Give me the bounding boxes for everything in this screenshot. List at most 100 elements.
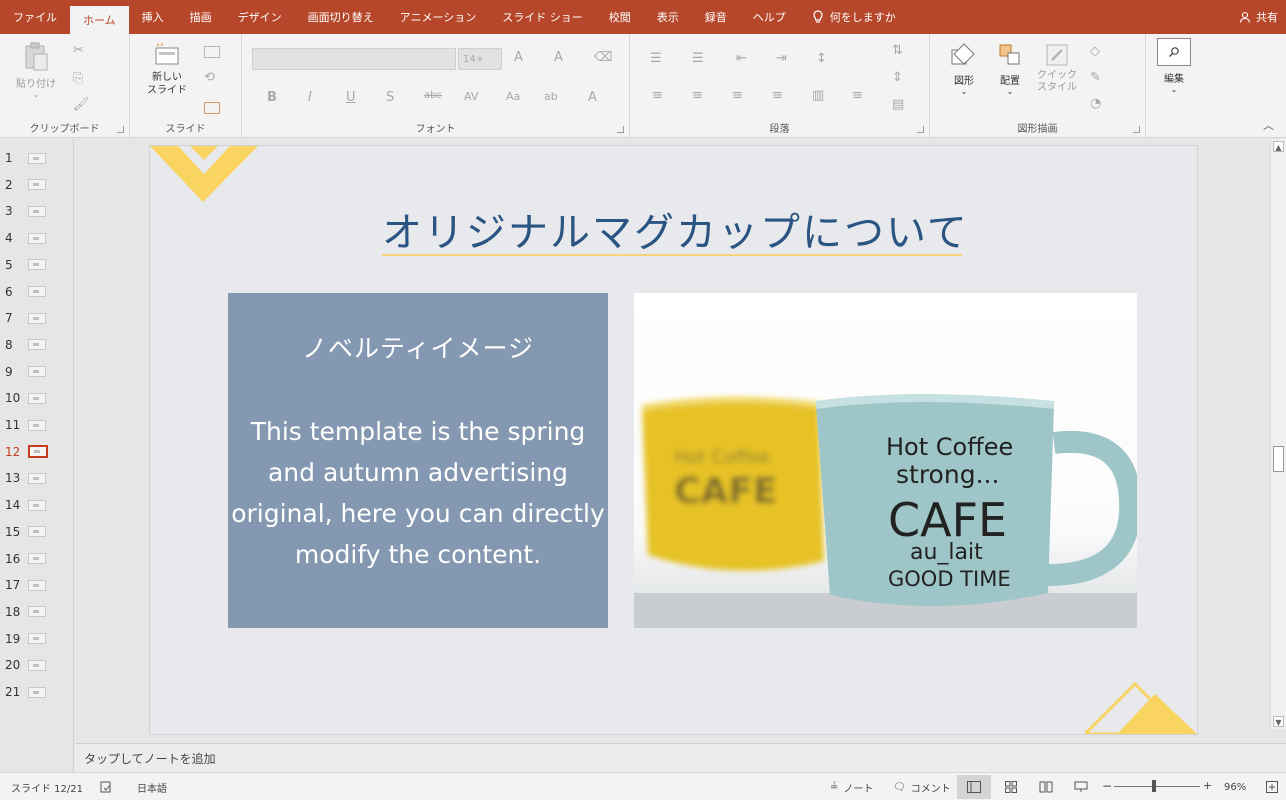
char-spacing-icon[interactable]: AV — [464, 90, 478, 103]
language-indicator[interactable]: 日本語 — [137, 773, 167, 800]
italic-icon[interactable]: I — [308, 90, 312, 105]
slide-thumbnail-13[interactable]: 13 — [0, 468, 74, 488]
novelty-text-box[interactable]: ノベルティイメージ This template is the spring an… — [228, 293, 608, 628]
clear-format-icon[interactable]: ⌫ — [594, 50, 612, 65]
spell-check-icon[interactable] — [100, 773, 112, 800]
slide-thumbnail-18[interactable]: 18 — [0, 602, 74, 622]
change-case-icon[interactable]: Aa — [506, 90, 520, 103]
zoom-level[interactable]: 96% — [1224, 773, 1246, 800]
shapes-button[interactable]: 図形 ⌄ — [944, 42, 984, 96]
scroll-up-icon[interactable]: ▲ — [1273, 141, 1284, 152]
bold-icon[interactable]: B — [267, 90, 277, 105]
align-right-icon[interactable]: ≡ — [732, 88, 743, 103]
smartart-icon[interactable]: ▤ — [892, 97, 904, 112]
decrease-font-icon[interactable]: A — [554, 50, 563, 65]
new-slide-button[interactable]: 新しい スライド — [142, 42, 192, 97]
underline-icon[interactable]: U — [346, 90, 356, 105]
reset-icon[interactable]: ⟲ — [204, 70, 215, 85]
slideshow-button[interactable] — [1064, 775, 1098, 799]
zoom-in-icon[interactable]: + — [1203, 779, 1212, 792]
slide-thumbnail-14[interactable]: 14 — [0, 495, 74, 515]
slide-thumbnail-6[interactable]: 6 — [0, 282, 74, 302]
highlight-icon[interactable]: ab — [544, 90, 558, 103]
tell-me-search[interactable]: 何をしますか — [799, 0, 909, 34]
tab-11[interactable]: ヘルプ — [740, 0, 799, 34]
distribute-icon[interactable]: ≡ — [852, 88, 863, 103]
slide-thumbnail-16[interactable]: 16 — [0, 549, 74, 569]
strikethrough-icon[interactable]: abc — [424, 90, 442, 101]
slide-thumbnail-8[interactable]: 8 — [0, 335, 74, 355]
justify-icon[interactable]: ≡ — [772, 88, 783, 103]
tab-8[interactable]: 校閲 — [596, 0, 644, 34]
align-left-icon[interactable]: ≡ — [652, 88, 663, 103]
slide-thumbnail-3[interactable]: 3 — [0, 201, 74, 221]
tab-4[interactable]: デザイン — [225, 0, 295, 34]
arrange-button[interactable]: 配置 ⌄ — [990, 42, 1030, 96]
shadow-icon[interactable]: S — [386, 90, 394, 105]
slide-thumbnail-19[interactable]: 19 — [0, 629, 74, 649]
font-launcher-icon[interactable] — [617, 126, 624, 133]
paste-button[interactable]: 貼り付け ⌄ — [14, 42, 58, 99]
slide-thumbnail-10[interactable]: 10 — [0, 388, 74, 408]
normal-view-button[interactable] — [957, 775, 991, 799]
scroll-thumb[interactable] — [1273, 446, 1284, 472]
slide-thumbnail-5[interactable]: 5 — [0, 255, 74, 275]
font-color-icon[interactable]: A — [588, 90, 597, 105]
notes-button[interactable]: ≟ ノート — [830, 773, 873, 800]
tab-6[interactable]: アニメーション — [387, 0, 490, 34]
reading-view-button[interactable] — [1029, 775, 1063, 799]
shape-effects-icon[interactable]: ◔ — [1090, 96, 1101, 111]
zoom-slider-handle[interactable] — [1152, 780, 1156, 792]
shape-outline-icon[interactable]: ✎ — [1090, 70, 1101, 85]
fit-to-window-icon[interactable] — [1266, 773, 1278, 800]
tab-3[interactable]: 描画 — [177, 0, 225, 34]
collapse-ribbon-icon[interactable]: ︿ — [1263, 117, 1274, 133]
vertical-scrollbar[interactable]: ▲ ▼ — [1270, 139, 1286, 729]
slide-thumbnail-15[interactable]: 15 — [0, 522, 74, 542]
tab-7[interactable]: スライド ショー — [489, 0, 596, 34]
section-icon[interactable] — [204, 102, 220, 114]
text-direction-icon[interactable]: ⇅ — [892, 43, 903, 58]
copy-icon[interactable]: ⎘ — [73, 71, 83, 86]
share-button[interactable]: 共有 — [1239, 0, 1278, 34]
line-spacing-icon[interactable]: ↕ — [816, 51, 827, 66]
columns-icon[interactable]: ▥ — [812, 88, 824, 103]
tab-2[interactable]: 挿入 — [129, 0, 177, 34]
mug-photo[interactable]: CAFE Hot Coffee Hot Coffee strong... CAF… — [634, 293, 1137, 628]
slide-thumbnail-20[interactable]: 20 — [0, 655, 74, 675]
tab-0[interactable]: ファイル — [0, 0, 70, 34]
slide-sorter-button[interactable] — [994, 775, 1028, 799]
drawing-launcher-icon[interactable] — [1133, 126, 1140, 133]
slide-thumbnail-17[interactable]: 17 — [0, 575, 74, 595]
slide-thumbnail-21[interactable]: 21 — [0, 682, 74, 702]
tab-5[interactable]: 画面切り替え — [295, 0, 387, 34]
slide-thumbnail-12[interactable]: 12 — [0, 442, 74, 462]
slide-thumbnail-7[interactable]: 7 — [0, 308, 74, 328]
increase-font-icon[interactable]: A — [514, 50, 523, 65]
shape-fill-icon[interactable]: ◇ — [1090, 44, 1100, 59]
clipboard-launcher-icon[interactable] — [117, 126, 124, 133]
font-name-select[interactable] — [252, 48, 456, 70]
paragraph-launcher-icon[interactable] — [917, 126, 924, 133]
align-text-icon[interactable]: ⇕ — [892, 70, 903, 85]
decrease-indent-icon[interactable]: ⇤ — [736, 51, 747, 66]
bullets-icon[interactable]: ☰ — [650, 51, 662, 66]
tab-1[interactable]: ホーム — [70, 6, 129, 34]
slide-thumbnail-9[interactable]: 9 — [0, 362, 74, 382]
quick-styles-button[interactable]: クイック スタイル — [1034, 42, 1080, 94]
increase-indent-icon[interactable]: ⇥ — [776, 51, 787, 66]
comments-button[interactable]: 🗨 コメント — [893, 773, 951, 800]
slide-title[interactable]: オリジナルマグカップについて — [382, 200, 967, 258]
layout-icon[interactable] — [204, 46, 220, 58]
font-size-select[interactable]: 14+ — [458, 48, 502, 70]
zoom-slider[interactable] — [1114, 786, 1200, 787]
zoom-out-icon[interactable]: − — [1102, 779, 1112, 793]
slide-thumbnail-1[interactable]: 1 — [0, 148, 74, 168]
slide-thumbnail-4[interactable]: 4 — [0, 228, 74, 248]
format-painter-icon[interactable]: 🖌 — [73, 97, 90, 112]
edit-button[interactable]: 編集 ⌄ — [1156, 38, 1192, 94]
current-slide[interactable]: オリジナルマグカップについて ノベルティイメージ This template i… — [149, 145, 1198, 735]
scroll-down-icon[interactable]: ▼ — [1273, 716, 1284, 727]
notes-pane[interactable]: タップしてノートを追加 — [75, 743, 1286, 772]
tab-10[interactable]: 録音 — [692, 0, 740, 34]
